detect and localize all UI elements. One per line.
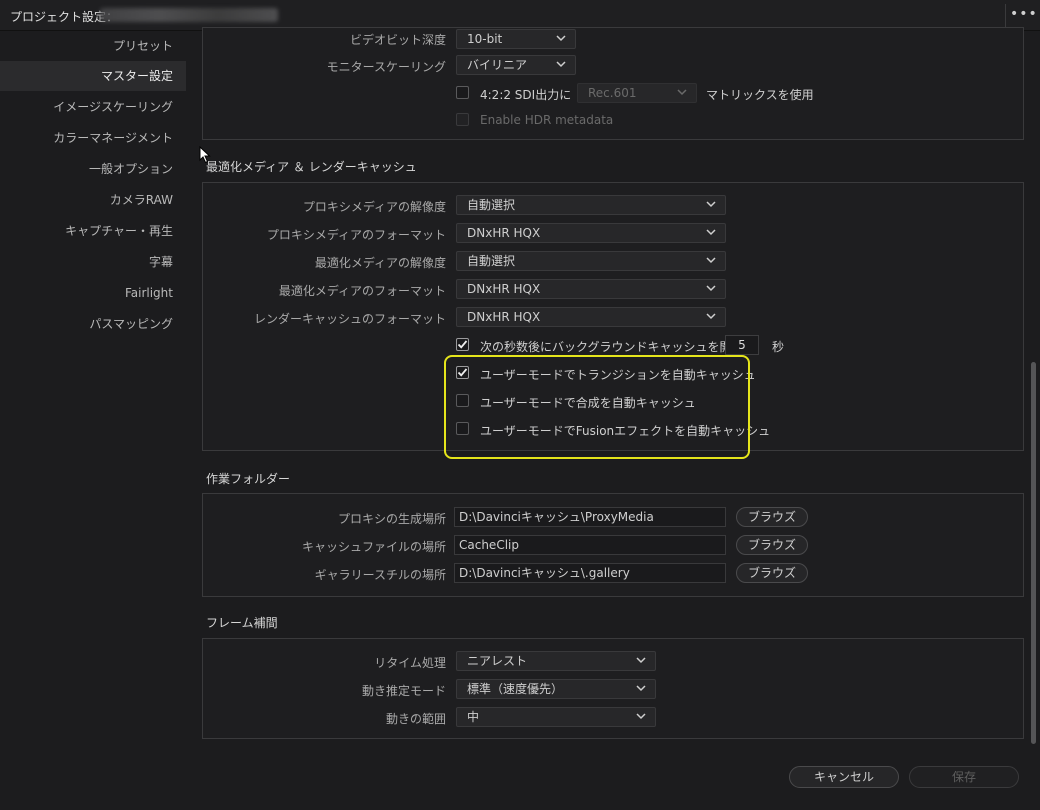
hdr-metadata-label: Enable HDR metadata [480, 113, 614, 127]
motion-range-label: 動きの範囲 [385, 712, 446, 726]
chevron-down-icon [555, 58, 567, 70]
proxy-format-label: プロキシメディアのフォーマット [266, 228, 446, 242]
bit-depth-dropdown[interactable]: 10-bit [456, 29, 576, 49]
optimized-format-label: 最適化メディアのフォーマット [278, 284, 446, 298]
ellipsis-icon[interactable]: ••• [1010, 6, 1037, 24]
sdi-matrix-suffix: マトリックスを使用 [706, 88, 814, 102]
sidebar-item-image-scaling[interactable]: イメージスケーリング [0, 92, 186, 122]
render-cache-format-dropdown[interactable]: DNxHR HQX [456, 307, 726, 327]
chevron-down-icon [705, 310, 717, 322]
background-cache-label: 次の秒数後にバックグラウンドキャッシュを開始 [480, 340, 744, 354]
optimized-format-value: DNxHR HQX [467, 282, 541, 296]
cancel-button[interactable]: キャンセル [789, 766, 899, 788]
proxy-format-value: DNxHR HQX [467, 226, 541, 240]
sidebar-item-subtitles[interactable]: 字幕 [0, 247, 186, 277]
project-name-redacted [100, 8, 278, 22]
sidebar-item-general-options[interactable]: 一般オプション [0, 154, 186, 184]
motion-estimation-dropdown[interactable]: 標準（速度優先） [456, 679, 656, 699]
browse-cache-files-button[interactable]: ブラウズ [736, 535, 808, 555]
proxy-resolution-value: 自動選択 [467, 198, 516, 212]
motion-range-value: 中 [467, 710, 480, 724]
optimized-format-dropdown[interactable]: DNxHR HQX [456, 279, 726, 299]
hdr-metadata-checkbox[interactable] [456, 113, 469, 126]
settings-content: ビデオビット深度 10-bit モニタースケーリング バイリニア 4:2:2 S… [190, 27, 1040, 810]
retime-process-value: ニアレスト [467, 654, 528, 668]
checkmark-icon [457, 340, 468, 349]
chevron-down-icon [705, 198, 717, 210]
folders-section-title: 作業フォルダー [206, 472, 291, 486]
chevron-down-icon [676, 86, 688, 98]
highlight-box [444, 355, 750, 459]
sidebar-item-fairlight[interactable]: Fairlight [0, 278, 186, 308]
sidebar-item-master-settings[interactable]: マスター設定 [0, 61, 186, 91]
cache-files-location-input[interactable]: CacheClip [454, 535, 726, 555]
motion-estimation-value: 標準（速度優先） [467, 682, 564, 696]
bit-depth-label: ビデオビット深度 [349, 33, 446, 47]
optimized-resolution-value: 自動選択 [467, 254, 516, 268]
optimized-resolution-dropdown[interactable]: 自動選択 [456, 251, 726, 271]
proxy-resolution-dropdown[interactable]: 自動選択 [456, 195, 726, 215]
chevron-down-icon [635, 654, 647, 666]
sidebar-item-path-mapping[interactable]: パスマッピング [0, 309, 186, 339]
proxy-resolution-label: プロキシメディアの解像度 [302, 200, 446, 214]
sdi-matrix-value: Rec.601 [588, 86, 637, 100]
render-cache-format-label: レンダーキャッシュのフォーマット [253, 312, 446, 326]
mouse-cursor-icon [199, 146, 211, 164]
cache-section-title: 最適化メディア ＆ レンダーキャッシュ [206, 160, 417, 174]
chevron-down-icon [705, 254, 717, 266]
chevron-down-icon [635, 682, 647, 694]
chevron-down-icon [555, 32, 567, 44]
chevron-down-icon [705, 282, 717, 294]
browse-proxy-button[interactable]: ブラウズ [736, 507, 808, 527]
gallery-location-input[interactable]: D:\Davinciキャッシュ\.gallery [454, 563, 726, 583]
sidebar-item-capture-playback[interactable]: キャプチャー・再生 [0, 216, 186, 246]
settings-sidebar: プリセット マスター設定 イメージスケーリング カラーマネージメント 一般オプシ… [0, 31, 190, 810]
bit-depth-value: 10-bit [467, 32, 503, 46]
browse-gallery-button[interactable]: ブラウズ [736, 563, 808, 583]
sidebar-item-color-management[interactable]: カラーマネージメント [0, 123, 186, 153]
monitor-scaling-dropdown[interactable]: バイリニア [456, 55, 576, 75]
background-cache-seconds-input[interactable]: 5 [725, 335, 759, 355]
optimized-resolution-label: 最適化メディアの解像度 [314, 256, 446, 270]
scrollbar-thumb[interactable] [1031, 362, 1036, 744]
gallery-location-label: ギャラリースチルの場所 [314, 568, 446, 582]
retime-process-dropdown[interactable]: ニアレスト [456, 651, 656, 671]
chevron-down-icon [635, 710, 647, 722]
motion-estimation-label: 動き推定モード [361, 684, 446, 698]
background-cache-checkbox[interactable] [456, 338, 469, 351]
sdi-422-checkbox[interactable] [456, 86, 469, 99]
title-divider [1005, 4, 1006, 27]
sdi-matrix-dropdown[interactable]: Rec.601 [577, 83, 697, 103]
seconds-unit-label: 秒 [772, 340, 785, 354]
monitor-scaling-label: モニタースケーリング [326, 60, 446, 74]
sidebar-item-presets[interactable]: プリセット [0, 31, 186, 61]
cache-files-location-label: キャッシュファイルの場所 [301, 540, 446, 554]
proxy-format-dropdown[interactable]: DNxHR HQX [456, 223, 726, 243]
save-button[interactable]: 保存 [909, 766, 1019, 788]
retime-process-label: リタイム処理 [374, 656, 446, 670]
monitor-scaling-value: バイリニア [467, 58, 528, 72]
proxy-location-input[interactable]: D:\Davinciキャッシュ\ProxyMedia [454, 507, 726, 527]
chevron-down-icon [705, 226, 717, 238]
sdi-422-label: 4:2:2 SDI出力に [480, 88, 572, 102]
motion-range-dropdown[interactable]: 中 [456, 707, 656, 727]
sidebar-item-camera-raw[interactable]: カメラRAW [0, 185, 186, 215]
proxy-location-label: プロキシの生成場所 [337, 512, 446, 526]
interpolation-section-title: フレーム補間 [206, 616, 278, 630]
render-cache-format-value: DNxHR HQX [467, 310, 541, 324]
